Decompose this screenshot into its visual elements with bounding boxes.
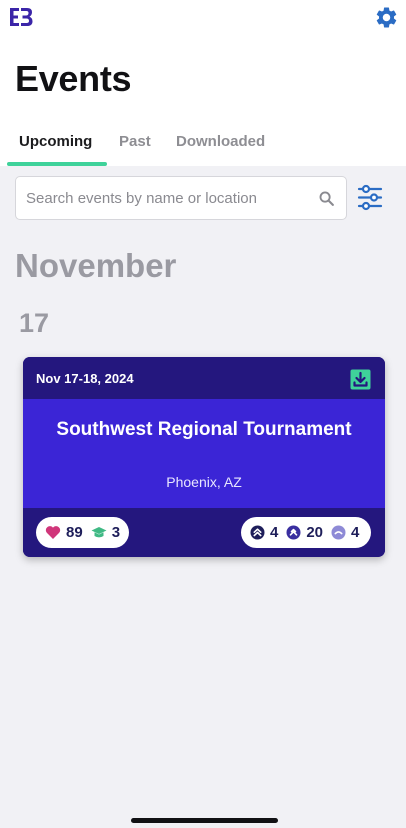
page-title: Events [15,58,132,99]
event-card[interactable]: Nov 17-18, 2024 Southwest Regional Tourn… [23,357,385,557]
home-indicator[interactable] [131,818,278,823]
level-c-count: 4 [351,524,360,541]
month-heading: November [15,247,177,284]
day-heading: 17 [19,308,50,338]
likes-count: 89 [66,524,83,541]
level-b-count: 20 [306,524,324,541]
event-card-header: Nov 17-18, 2024 [23,357,385,399]
tab-upcoming[interactable]: Upcoming [19,133,92,150]
download-icon[interactable] [350,369,371,390]
tab-past[interactable]: Past [119,133,151,150]
event-card-footer: 89 3 4 20 4 [23,508,385,557]
level-stats: 4 20 4 [241,517,371,548]
tab-downloaded[interactable]: Downloaded [176,133,265,150]
level-b-icon [286,525,301,540]
engagement-stats: 89 3 [36,517,129,548]
event-title: Southwest Regional Tournament [56,419,352,440]
eb-logo-icon[interactable] [9,7,33,27]
event-dates: Nov 17-18, 2024 [36,371,134,386]
event-location: Phoenix, AZ [166,474,242,490]
search-icon[interactable] [318,190,335,207]
graduates-count: 3 [111,524,121,541]
level-a-icon [250,525,265,540]
sliders-icon[interactable] [357,184,383,211]
level-a-count: 4 [270,524,279,541]
gear-icon[interactable] [374,5,399,30]
level-c-icon [331,525,346,540]
heart-icon [45,526,61,539]
search-box [15,176,347,220]
header-area: Events Upcoming Past Downloaded [0,0,406,166]
search-input[interactable] [26,177,311,219]
graduation-cap-icon [91,527,107,538]
event-card-body: Southwest Regional Tournament Phoenix, A… [23,399,385,508]
active-tab-indicator [7,162,107,166]
